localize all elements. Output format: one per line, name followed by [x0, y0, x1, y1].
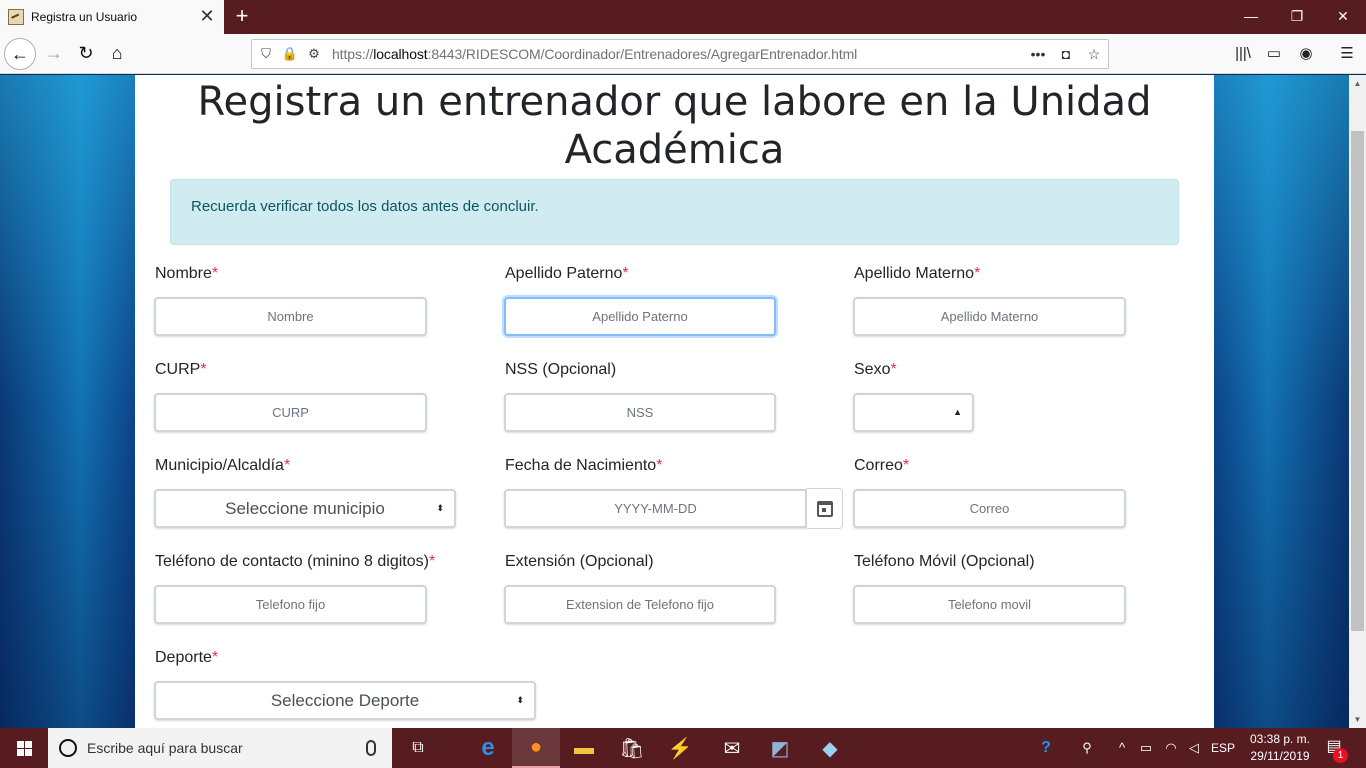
label-apellido-paterno: Apellido Paterno* [505, 265, 629, 282]
volume-icon[interactable]: ◁ [1183, 728, 1205, 768]
sidebar-icon[interactable]: ▭ [1261, 42, 1287, 66]
battery-icon[interactable]: ▭ [1135, 728, 1157, 768]
reload-icon[interactable]: ↻ [70, 38, 102, 70]
language-indicator[interactable]: ESP [1208, 728, 1238, 768]
page-actions-icon[interactable]: ••• [1024, 46, 1052, 62]
forward-icon[interactable]: → [38, 38, 70, 70]
browser-titlebar: Registra un Usuario ✕ + — ❐ ✕ [0, 0, 1366, 34]
alert-text: Recuerda verificar todos los datos antes… [191, 198, 539, 215]
cortana-icon [59, 739, 77, 757]
netbeans-icon[interactable]: ⚡ [656, 728, 704, 768]
apellido-paterno-input[interactable] [504, 297, 776, 336]
label-movil: Teléfono Móvil (Opcional) [854, 553, 1035, 570]
sexo-select[interactable]: ▲ [853, 393, 974, 432]
wifi-icon[interactable]: ◠ [1160, 728, 1182, 768]
address-bar[interactable]: ⛉ 🔒 ⚙ https://localhost:8443/RIDESCOM/Co… [251, 39, 1109, 69]
close-window-icon[interactable]: ✕ [1320, 0, 1366, 34]
deporte-select[interactable]: Seleccione Deporte ⬍ [154, 681, 536, 720]
clock-date: 29/11/2019 [1250, 749, 1310, 763]
browser-navbar: ← → ↻ ⌂ ⛉ 🔒 ⚙ https://localhost:8443/RID… [0, 34, 1366, 74]
extension-input[interactable] [504, 585, 776, 624]
close-tab-icon[interactable]: ✕ [196, 6, 218, 28]
select-arrow-icon: ⬍ [436, 503, 444, 513]
edge-icon[interactable]: e [464, 728, 512, 768]
pocket-icon[interactable]: ◘ [1052, 46, 1080, 62]
windows-taskbar: Escribe aquí para buscar ⧉ e ● ▬ 🛍 ⚡ ✉ ◩… [0, 728, 1366, 768]
apellido-materno-input[interactable] [853, 297, 1126, 336]
calendar-button[interactable] [807, 488, 843, 529]
label-apellido-materno: Apellido Materno* [854, 265, 981, 282]
firefox-icon[interactable]: ● [512, 728, 560, 768]
home-icon[interactable]: ⌂ [101, 38, 133, 70]
account-icon[interactable]: ◉ [1293, 42, 1319, 66]
restore-icon[interactable]: ❐ [1274, 0, 1320, 34]
calendar-icon [817, 501, 833, 517]
page-viewport: Registra un entrenador que labore en la … [0, 75, 1349, 728]
show-hidden-icons-icon[interactable]: ^ [1113, 728, 1131, 768]
label-extension: Extensión (Opcional) [505, 553, 654, 570]
telefono-fijo-input[interactable] [154, 585, 427, 624]
label-sexo: Sexo* [854, 361, 897, 378]
site-favicon-icon [8, 9, 24, 25]
municipio-select[interactable]: Seleccione municipio ⬍ [154, 489, 456, 528]
telefono-movil-input[interactable] [853, 585, 1126, 624]
search-placeholder: Escribe aquí para buscar [87, 740, 243, 756]
menu-icon[interactable]: ☰ [1334, 42, 1360, 66]
notification-badge: 1 [1333, 748, 1348, 763]
bookmark-star-icon[interactable]: ☆ [1080, 46, 1108, 63]
label-telefono: Teléfono de contacto (minino 8 digitos)* [155, 553, 436, 570]
permissions-icon[interactable]: ⚙ [304, 46, 324, 62]
page-title: Registra un entrenador que labore en la … [197, 79, 1152, 173]
store-icon[interactable]: 🛍 [608, 728, 656, 768]
browser-tab[interactable]: Registra un Usuario ✕ [0, 0, 224, 34]
clock[interactable]: 03:38 p. m. 29/11/2019 [1240, 731, 1320, 765]
label-municipio: Municipio/Alcaldía* [155, 457, 291, 474]
start-button[interactable] [0, 728, 48, 768]
form-card: Registra un entrenador que labore en la … [135, 75, 1214, 728]
url-text[interactable]: https://localhost:8443/RIDESCOM/Coordina… [332, 46, 1024, 62]
minimize-icon[interactable]: — [1228, 0, 1274, 34]
curp-input[interactable] [154, 393, 427, 432]
fecha-nacimiento-input[interactable] [504, 489, 807, 528]
tab-title: Registra un Usuario [31, 10, 138, 24]
lock-warning-icon[interactable]: 🔒 [280, 46, 300, 62]
task-view-icon[interactable]: ⧉ [394, 728, 442, 768]
label-curp: CURP* [155, 361, 207, 378]
scroll-thumb[interactable] [1351, 131, 1364, 631]
nss-input[interactable] [504, 393, 776, 432]
new-tab-icon[interactable]: + [229, 4, 255, 30]
microphone-icon[interactable] [366, 740, 376, 756]
nombre-input[interactable] [154, 297, 427, 336]
back-icon[interactable]: ← [4, 38, 36, 70]
notifications-icon[interactable]: ▤ 1 [1322, 736, 1348, 763]
label-fecha-nacimiento: Fecha de Nacimiento* [505, 457, 663, 474]
page-scrollbar[interactable]: ▲ ▼ [1349, 75, 1366, 728]
select-arrow-icon: ⬍ [516, 695, 524, 705]
mysql-workbench-icon[interactable]: ◩ [756, 728, 804, 768]
label-correo: Correo* [854, 457, 910, 474]
scroll-down-icon[interactable]: ▼ [1349, 711, 1366, 728]
clock-time: 03:38 p. m. [1249, 732, 1311, 746]
correo-input[interactable] [853, 489, 1126, 528]
people-icon[interactable]: ⚲ [1075, 728, 1099, 768]
label-deporte: Deporte* [155, 649, 219, 666]
shield-icon[interactable]: ⛉ [256, 46, 276, 62]
file-explorer-icon[interactable]: ▬ [560, 728, 608, 768]
help-icon[interactable]: ? [1033, 728, 1059, 768]
select-arrow-icon: ▲ [953, 407, 962, 417]
taskbar-search[interactable]: Escribe aquí para buscar [48, 728, 392, 768]
info-alert: Recuerda verificar todos los datos antes… [170, 179, 1179, 245]
windows-logo-icon [17, 741, 32, 756]
scroll-up-icon[interactable]: ▲ [1349, 75, 1366, 92]
label-nombre: Nombre* [155, 265, 219, 282]
mail-icon[interactable]: ✉ [708, 728, 756, 768]
virtualbox-icon[interactable]: ◆ [806, 728, 854, 768]
label-nss: NSS (Opcional) [505, 361, 617, 378]
library-icon[interactable]: |||\ [1230, 42, 1256, 66]
